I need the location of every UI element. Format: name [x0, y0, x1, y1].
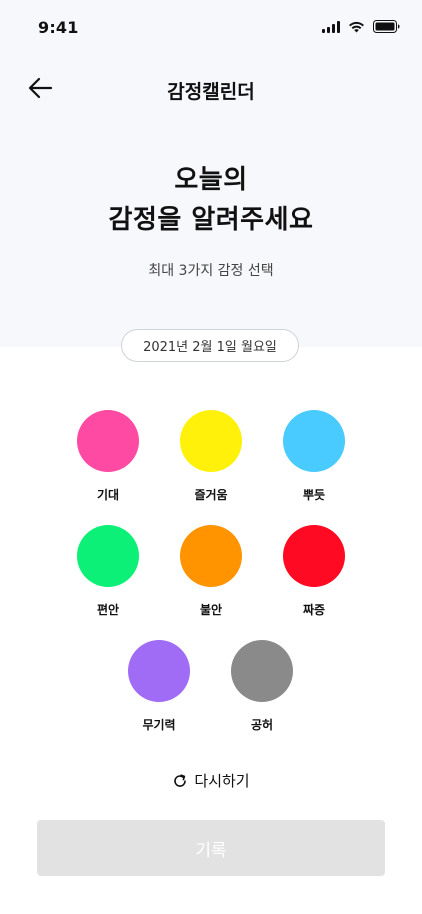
emotion-label: 불안	[199, 603, 223, 617]
emotion-option-annoyance[interactable]: 짜증	[274, 525, 354, 618]
emotion-option-anticipation[interactable]: 기대	[68, 410, 148, 503]
reset-label: 다시하기	[194, 772, 250, 790]
emotion-color-circle	[128, 640, 190, 702]
hero-subtitle: 최대 3가지 감정 선택	[148, 263, 274, 279]
cellular-signal-icon	[322, 20, 340, 33]
hero-heading: 오늘의 감정을 알려주세요	[0, 160, 422, 240]
emotion-color-circle	[180, 525, 242, 587]
hero-line-2: 감정을 알려주세요	[108, 205, 314, 235]
emotion-label: 즐거움	[194, 488, 228, 502]
emotion-option-pride[interactable]: 뿌듯	[274, 410, 354, 503]
status-bar: 9:41	[0, 0, 422, 56]
hero-line-1: 오늘의	[174, 165, 248, 195]
emotion-label: 공허	[250, 718, 274, 732]
reset-button[interactable]: 다시하기	[0, 770, 422, 791]
emotion-label: 뿌듯	[302, 488, 326, 502]
emotion-label: 무기력	[142, 718, 176, 732]
emotion-color-circle	[77, 410, 139, 472]
emotion-color-circle	[231, 640, 293, 702]
record-button[interactable]: 기록	[37, 820, 385, 876]
status-time: 9:41	[38, 18, 79, 37]
emotion-label: 기대	[96, 488, 120, 502]
page-title: 감정캘린더	[167, 81, 255, 103]
wifi-icon	[348, 21, 365, 33]
date-badge: 2021년 2월 1일 월요일	[121, 329, 299, 362]
emotion-color-circle	[77, 525, 139, 587]
status-icons	[322, 20, 400, 33]
emotion-label: 짜증	[302, 603, 326, 617]
emotion-label: 편안	[96, 603, 120, 617]
emotion-option-lethargy[interactable]: 무기력	[119, 640, 199, 733]
record-label: 기록	[195, 840, 227, 861]
emotion-option-anxiety[interactable]: 불안	[171, 525, 251, 618]
app-header: 감정캘린더	[0, 66, 422, 110]
emotion-color-circle	[283, 525, 345, 587]
emotion-color-circle	[283, 410, 345, 472]
date-label: 2021년 2월 1일 월요일	[143, 340, 277, 355]
refresh-icon	[174, 773, 187, 787]
battery-icon	[373, 20, 400, 33]
emotion-option-calm[interactable]: 편안	[68, 525, 148, 618]
emotion-color-circle	[180, 410, 242, 472]
emotion-option-emptiness[interactable]: 공허	[222, 640, 302, 733]
emotion-option-joy[interactable]: 즐거움	[171, 410, 251, 503]
